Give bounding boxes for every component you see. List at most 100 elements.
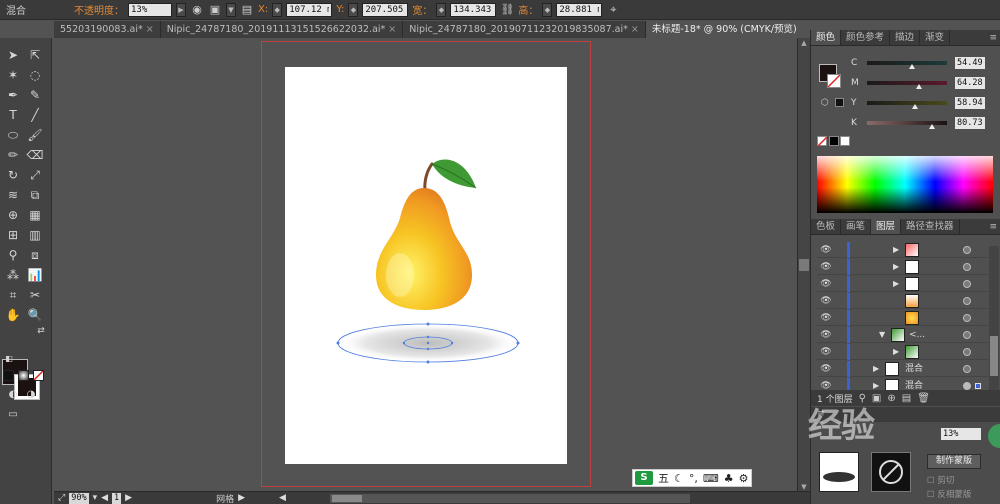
visibility-eye-icon[interactable]: 👁 [819, 363, 833, 375]
slider-knob[interactable] [909, 63, 915, 69]
panel-menu-icon[interactable]: ≡ [985, 30, 1000, 45]
selection-indicator[interactable] [975, 383, 981, 389]
expand-arrow-icon[interactable]: ▶ [893, 278, 899, 290]
panel-menu-icon[interactable]: ≡ [985, 219, 1000, 234]
channel-value[interactable]: 64.28 [955, 76, 985, 89]
ime-logo[interactable]: S [635, 471, 653, 485]
slider-knob[interactable] [929, 123, 935, 129]
punctuation-icon[interactable]: °, [689, 472, 698, 485]
layer-thumbnail [885, 362, 899, 376]
layers-scrollbar[interactable] [989, 246, 999, 394]
keyboard-icon[interactable]: ⌨ [703, 472, 719, 485]
layer-name[interactable]: 混合 [905, 363, 923, 375]
channel-slider[interactable] [867, 120, 947, 129]
expand-arrow-icon[interactable]: ▶ [893, 244, 899, 256]
object-thumbnail[interactable] [819, 452, 859, 492]
none-swatch[interactable] [817, 136, 828, 147]
channel-value[interactable]: 54.49 [955, 56, 985, 69]
next-artboard-icon[interactable]: ▶ [125, 493, 132, 503]
hscroll-left-icon[interactable]: ◀ [279, 493, 286, 503]
zoom-select[interactable]: 90% [69, 492, 89, 504]
color-spectrum[interactable] [817, 156, 993, 213]
make-mask-button[interactable]: 制作蒙版 [927, 454, 981, 469]
expand-arrow-icon[interactable]: ▶ [893, 261, 899, 273]
transparency-opacity[interactable]: 13% [941, 428, 981, 440]
channel-slider[interactable] [867, 100, 947, 109]
scroll-thumb[interactable] [799, 259, 809, 271]
layer-name[interactable]: <... [909, 329, 925, 341]
target-circle-icon[interactable] [963, 314, 971, 322]
no-mask-icon [879, 460, 903, 484]
clip-checkbox[interactable]: ☐ 剪切 [927, 474, 954, 486]
layer-row[interactable]: 👁 ▶ 混合 [817, 361, 989, 377]
tab-color-guide[interactable]: 颜色参考 [841, 30, 891, 45]
target-circle-icon[interactable] [963, 382, 971, 390]
channel-value[interactable]: 80.73 [955, 116, 985, 129]
ime-mode[interactable]: 五 [658, 470, 669, 486]
visibility-eye-icon[interactable]: 👁 [819, 261, 833, 273]
ime-toolbar[interactable]: S 五 ☾ °, ⌨ ♣ ⚙ [632, 469, 752, 487]
tab-brushes[interactable]: 画笔 [841, 219, 872, 234]
layer-row[interactable]: 👁 [817, 310, 989, 326]
visibility-eye-icon[interactable]: 👁 [819, 329, 833, 341]
status-mode[interactable]: 网格 [216, 492, 234, 504]
artboard-nav-icon[interactable]: ⤢ [58, 493, 65, 503]
web-safe-swatch[interactable] [835, 98, 844, 107]
tab-swatches[interactable]: 色板 [811, 219, 842, 234]
out-of-gamut-icon[interactable]: ⬡ [821, 98, 829, 108]
settings-icon[interactable]: ⚙ [739, 472, 749, 485]
slider-knob[interactable] [912, 103, 918, 109]
mask-thumbnail[interactable] [871, 452, 911, 492]
target-circle-icon[interactable] [963, 280, 971, 288]
layer-row[interactable]: 👁 ▶ [817, 276, 989, 292]
new-layer-icon[interactable]: ▤ [902, 393, 911, 404]
new-sublayer-icon[interactable]: ⊕ [887, 393, 895, 404]
pear-body[interactable] [376, 188, 472, 310]
tab-color[interactable]: 颜色 [811, 30, 842, 45]
tab-gradient[interactable]: 渐变 [920, 30, 951, 45]
zoom-dropdown-icon[interactable]: ▾ [93, 493, 98, 503]
delete-layer-icon[interactable]: 🗑 [917, 393, 930, 404]
horizontal-scrollbar[interactable] [329, 493, 690, 503]
color-panel-tabs: 颜色 颜色参考 描边 渐变 ≡ [811, 30, 1000, 46]
white-swatch[interactable] [840, 136, 850, 146]
target-circle-icon[interactable] [963, 348, 971, 356]
skin-icon[interactable]: ♣ [724, 472, 734, 485]
scroll-up-icon[interactable]: ▲ [798, 38, 810, 48]
collapse-arrow-icon[interactable]: ▼ [879, 329, 885, 341]
layer-row[interactable]: 👁 [817, 293, 989, 309]
layer-row[interactable]: 👁 ▶ [817, 344, 989, 360]
visibility-eye-icon[interactable]: 👁 [819, 312, 833, 324]
visibility-eye-icon[interactable]: 👁 [819, 346, 833, 358]
layer-thumbnail [905, 243, 919, 257]
expand-arrow-icon[interactable]: ▶ [893, 346, 899, 358]
prev-artboard-icon[interactable]: ◀ [101, 493, 108, 503]
artboard-number[interactable]: 1 [112, 492, 122, 504]
status-arrow-icon[interactable]: ▶ [238, 493, 245, 503]
black-swatch[interactable] [829, 136, 839, 146]
visibility-eye-icon[interactable]: 👁 [819, 244, 833, 256]
layer-row[interactable]: 👁 ▶ [817, 242, 989, 258]
target-circle-icon[interactable] [963, 365, 971, 373]
target-circle-icon[interactable] [963, 331, 971, 339]
color-stroke-swatch[interactable] [827, 74, 841, 88]
tab-pathfinder[interactable]: 路径查找器 [901, 219, 960, 234]
channel-slider[interactable] [867, 80, 947, 89]
invert-mask-checkbox[interactable]: ☐ 反相蒙版 [927, 488, 971, 500]
visibility-eye-icon[interactable]: 👁 [819, 295, 833, 307]
hscroll-thumb[interactable] [331, 494, 362, 502]
moon-icon[interactable]: ☾ [674, 472, 684, 485]
target-circle-icon[interactable] [963, 297, 971, 305]
channel-value[interactable]: 58.94 [955, 96, 985, 109]
layer-row[interactable]: 👁 ▶ [817, 259, 989, 275]
layer-row[interactable]: 👁 ▼ <... [817, 327, 989, 343]
expand-arrow-icon[interactable]: ▶ [873, 363, 879, 375]
tab-layers[interactable]: 图层 [871, 219, 902, 234]
target-circle-icon[interactable] [963, 263, 971, 271]
channel-slider[interactable] [867, 60, 947, 69]
visibility-eye-icon[interactable]: 👁 [819, 278, 833, 290]
slider-knob[interactable] [916, 83, 922, 89]
tab-stroke[interactable]: 描边 [890, 30, 921, 45]
layers-scroll-thumb[interactable] [990, 336, 998, 376]
target-circle-icon[interactable] [963, 246, 971, 254]
